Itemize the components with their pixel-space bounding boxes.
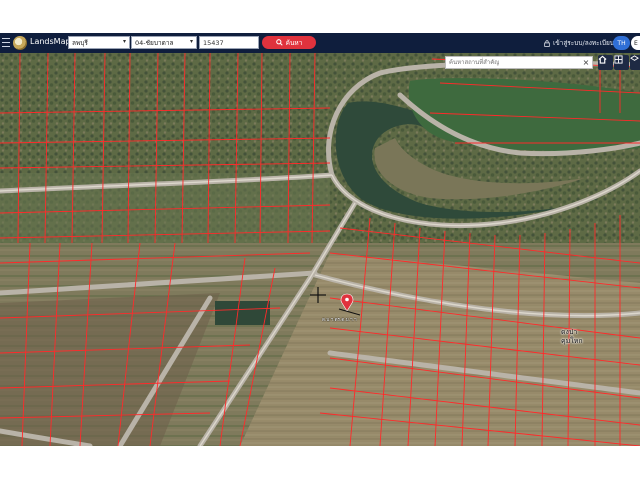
home-button[interactable]	[598, 55, 613, 70]
landsmaps-logo-icon	[13, 36, 27, 50]
login-register-label: เข้าสู่ระบบ/ลงทะเบียน	[553, 39, 615, 47]
language-th-label: TH	[617, 39, 626, 47]
bottom-blank-band	[0, 446, 640, 480]
area-name-line-2: คุมใหก	[561, 337, 583, 345]
language-en-button[interactable]: E	[631, 36, 640, 50]
district-select[interactable]: 04-ชัยบาดาล ▾	[131, 36, 197, 49]
chevron-down-icon: ▾	[189, 38, 193, 45]
close-icon[interactable]: ×	[580, 56, 592, 69]
lock-icon	[544, 39, 550, 47]
menu-icon[interactable]	[2, 38, 10, 48]
area-name-line-1: ดงปา	[561, 328, 578, 336]
place-search-input[interactable]	[445, 56, 593, 69]
parcel-number-input[interactable]	[199, 36, 259, 49]
search-icon	[275, 39, 283, 46]
search-button-label: ค้นหา	[285, 38, 303, 47]
chevron-down-icon: ▾	[122, 38, 126, 45]
province-select[interactable]: ลพบุรี ▾	[68, 36, 130, 49]
map-view[interactable]: × ต.บ.ฯ.ตร.ต.บ.ฯ.ฯ ดงปา คุมใหก	[0, 53, 640, 446]
home-icon	[598, 55, 607, 64]
area-name-label: ดงปา คุมใหก	[561, 328, 583, 346]
grid-icon	[614, 55, 623, 64]
language-th-button[interactable]: TH	[613, 36, 630, 50]
grid-view-button[interactable]	[614, 55, 629, 70]
top-blank-band	[0, 0, 640, 33]
satellite-map	[0, 53, 640, 446]
layers-button[interactable]	[630, 55, 640, 70]
language-en-label: E	[634, 39, 638, 47]
province-value: ลพบุรี	[72, 39, 88, 47]
login-register-link[interactable]: เข้าสู่ระบบ/ลงทะเบียน	[544, 38, 614, 48]
parcel-marker-label: ต.บ.ฯ.ตร.ต.บ.ฯ.ฯ	[322, 318, 357, 323]
layers-icon	[630, 55, 639, 61]
search-button[interactable]: ค้นหา	[262, 36, 316, 49]
top-navbar: LandsMaps ลพบุรี ▾ 04-ชัยบาดาล ▾ ค้นหา เ…	[0, 33, 640, 53]
district-value: 04-ชัยบาดาล	[135, 39, 174, 47]
